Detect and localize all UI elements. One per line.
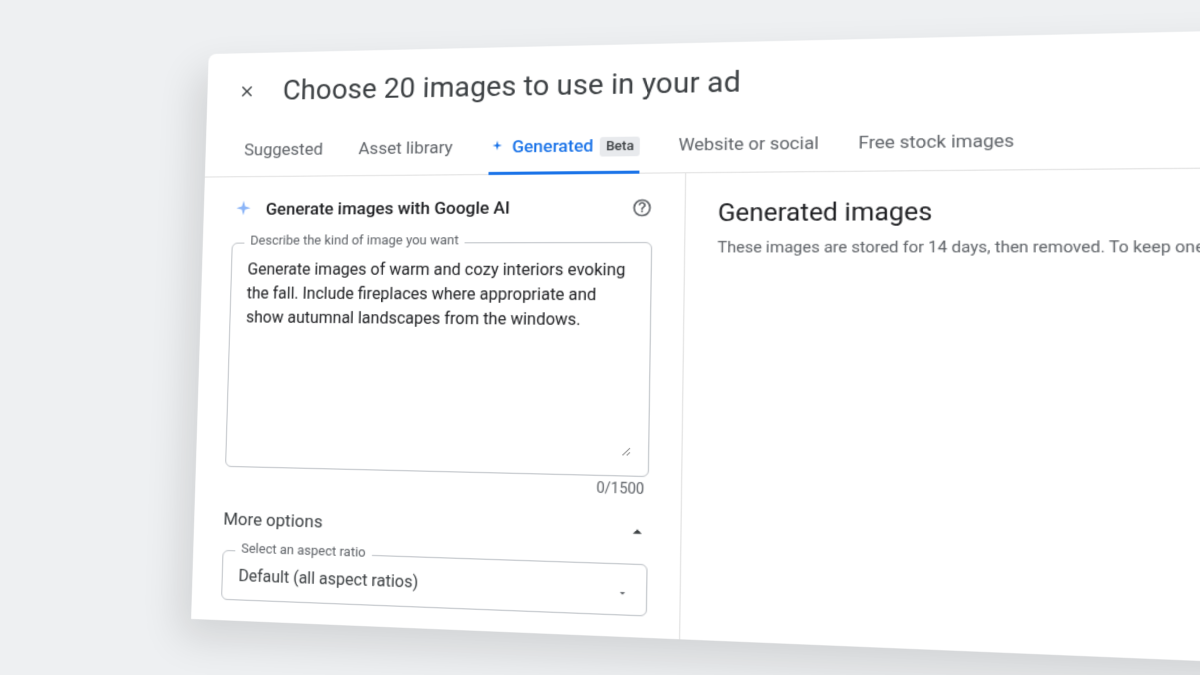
tab-website-social[interactable]: Website or social: [678, 133, 819, 173]
tab-asset-library[interactable]: Asset library: [358, 138, 453, 176]
help-button[interactable]: [631, 197, 653, 218]
describe-input[interactable]: [242, 258, 634, 457]
tab-generated-label: Generated: [512, 136, 594, 157]
dialog-header: Choose 20 images to use in your ad: [207, 27, 1200, 122]
generate-panel: Generate images with Google AI Describe …: [191, 173, 686, 639]
results-panel: Generated images These images are stored…: [680, 167, 1200, 670]
beta-badge: Beta: [600, 136, 641, 156]
sparkle-icon: [489, 139, 506, 155]
panel-title-row: Generate images with Google AI: [232, 196, 652, 220]
image-chooser-dialog: Choose 20 images to use in your ad Sugge…: [191, 27, 1200, 670]
describe-field-label: Describe the kind of image you want: [244, 233, 465, 248]
aspect-ratio-value: Default (all aspect ratios): [238, 566, 418, 592]
panel-title: Generate images with Google AI: [266, 198, 511, 219]
sparkle-icon: [232, 199, 254, 221]
describe-field: Describe the kind of image you want: [225, 242, 652, 477]
more-options-toggle[interactable]: More options: [223, 509, 648, 543]
tab-free-stock[interactable]: Free stock images: [858, 131, 1014, 172]
close-icon: [238, 82, 256, 100]
aspect-ratio-label: Select an aspect ratio: [235, 541, 372, 561]
dialog-content: Generate images with Google AI Describe …: [191, 167, 1200, 670]
help-icon: [631, 197, 653, 218]
chevron-up-icon: [626, 521, 648, 543]
tab-generated[interactable]: Generated Beta: [489, 136, 640, 176]
results-info: These images are stored for 14 days, the…: [717, 237, 1200, 257]
more-options-label: More options: [223, 509, 323, 532]
dialog-title: Choose 20 images to use in your ad: [282, 65, 741, 107]
caret-down-icon: [616, 583, 629, 596]
tab-suggested[interactable]: Suggested: [243, 140, 323, 178]
close-button[interactable]: [236, 80, 258, 102]
aspect-ratio-select[interactable]: Select an aspect ratio Default (all aspe…: [221, 550, 648, 617]
results-title: Generated images: [718, 194, 1200, 227]
